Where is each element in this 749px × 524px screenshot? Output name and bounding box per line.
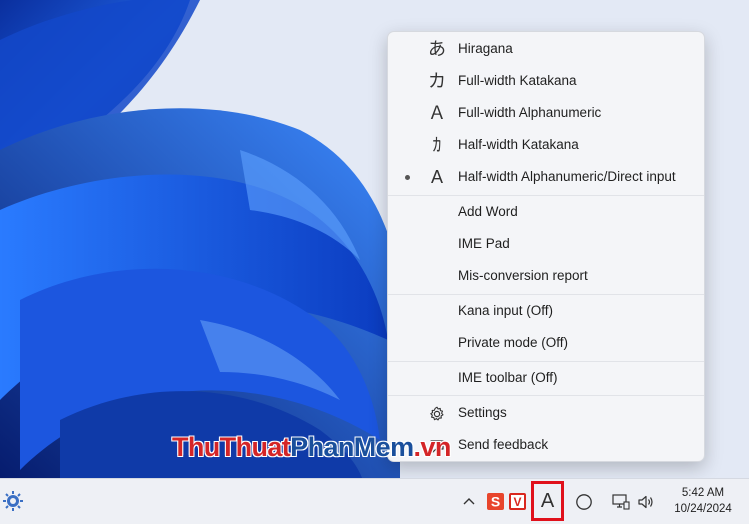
s-app-icon[interactable]: S (486, 492, 504, 510)
clock-time: 5:42 AM (681, 487, 725, 499)
menu-item-label: Send feedback (458, 437, 549, 452)
clock-date: 10/24/2024 (674, 503, 732, 515)
menu-divider (388, 195, 704, 196)
menu-item-label: Full-width Alphanumeric (458, 105, 602, 120)
half-width-katakana-icon: ｶ (432, 135, 442, 155)
network-icon[interactable] (610, 491, 632, 513)
menu-divider (388, 294, 704, 295)
system-clock[interactable]: 5:42 AM 10/24/2024 (668, 485, 738, 517)
menu-item-ime-toolbar[interactable]: IME toolbar (Off) (388, 363, 704, 393)
taskbar: S V A 5:42 AM 10/24/2024 (0, 478, 749, 524)
svg-text:S: S (490, 493, 499, 509)
menu-item-label: Hiragana (458, 41, 513, 56)
menu-item-label: Full-width Katakana (458, 73, 577, 88)
hiragana-icon: あ (428, 39, 446, 59)
watermark-part3: .vn (413, 432, 452, 462)
menu-item-label: Half-width Alphanumeric/Direct input (458, 169, 676, 184)
v-app-icon[interactable]: V (508, 492, 526, 510)
watermark-part1: ThuThuat (172, 432, 291, 462)
full-width-a-icon: Ａ (428, 103, 446, 123)
menu-item-label: IME toolbar (Off) (458, 370, 558, 385)
menu-item-add-word[interactable]: Add Word (388, 197, 704, 227)
menu-item-kana-input[interactable]: Kana input (Off) (388, 296, 704, 326)
menu-item-ime-pad[interactable]: IME Pad (388, 229, 704, 259)
menu-item-half-width-katakana[interactable]: ｶ Half-width Katakana (388, 130, 704, 160)
weather-widget-icon[interactable] (0, 487, 26, 515)
watermark-part2: PhanMem (290, 432, 414, 462)
menu-item-label: Kana input (Off) (458, 303, 554, 318)
menu-item-mis-conversion-report[interactable]: Mis-conversion report (388, 261, 704, 291)
menu-item-label: Private mode (Off) (458, 335, 569, 350)
menu-item-label: Add Word (458, 204, 518, 219)
volume-icon[interactable] (635, 491, 657, 513)
ime-mode-icon[interactable]: A (531, 481, 564, 521)
menu-item-private-mode[interactable]: Private mode (Off) (388, 328, 704, 358)
katakana-icon: カ (428, 71, 446, 91)
menu-item-half-width-alphanumeric[interactable]: A Half-width Alphanumeric/Direct input (388, 162, 704, 192)
menu-divider (388, 361, 704, 362)
menu-item-full-width-katakana[interactable]: カ Full-width Katakana (388, 66, 704, 96)
menu-item-label: Settings (458, 405, 507, 420)
menu-divider (388, 395, 704, 396)
menu-item-label: Mis-conversion report (458, 268, 588, 283)
ime-context-menu: あ Hiragana カ Full-width Katakana Ａ Full-… (387, 31, 705, 462)
svg-text:V: V (513, 495, 521, 509)
half-width-a-icon: A (430, 167, 443, 187)
watermark-logo: ThuThuatPhanMem.vn (172, 432, 451, 463)
ime-status-icon[interactable] (572, 491, 596, 513)
selected-bullet-icon (405, 175, 410, 180)
menu-item-label: IME Pad (458, 236, 510, 251)
menu-item-label: Half-width Katakana (458, 137, 579, 152)
menu-item-hiragana[interactable]: あ Hiragana (388, 34, 704, 64)
chevron-up-icon[interactable] (460, 491, 478, 511)
menu-item-full-width-alphanumeric[interactable]: Ａ Full-width Alphanumeric (388, 98, 704, 128)
menu-item-settings[interactable]: Settings (388, 398, 704, 428)
gear-icon (426, 398, 448, 428)
